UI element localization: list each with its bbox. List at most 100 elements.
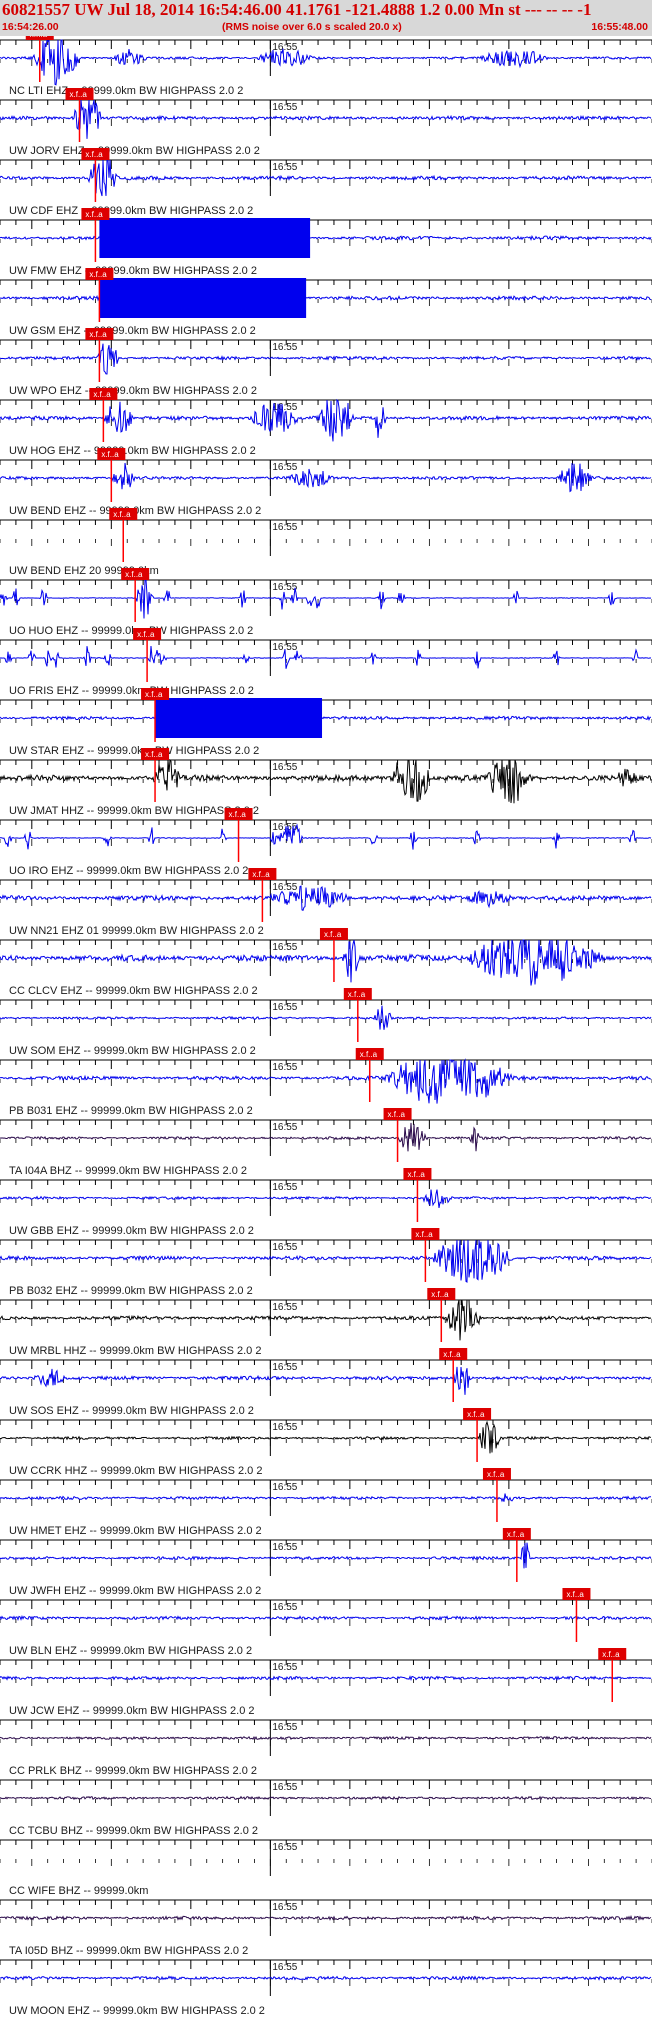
- station-label: TA I04A BHZ -- 99999.0km BW HIGHPASS 2.0…: [9, 1165, 247, 1177]
- minute-label: 16:55: [272, 1122, 297, 1133]
- station-label: UW NN21 EHZ 01 99999.0km BW HIGHPASS 2.0…: [9, 925, 264, 937]
- pick-label: x.f..a: [145, 750, 163, 759]
- station-label: NC LTI EHZ -- 99999.0km BW HIGHPASS 2.0 …: [9, 85, 243, 97]
- waveform: [0, 823, 652, 850]
- station-label: UW SOS EHZ -- 99999.0km BW HIGHPASS 2.0 …: [9, 1405, 254, 1417]
- station-label: UW BLN EHZ -- 99999.0km BW HIGHPASS 2.0 …: [9, 1645, 252, 1657]
- waveform: [0, 1735, 652, 1741]
- pick-label: x.f..a: [443, 1350, 461, 1359]
- pick-label: x.f..a: [487, 1470, 505, 1479]
- pick-label: x.f..a: [93, 390, 111, 399]
- minute-label: 16:55: [272, 1722, 297, 1733]
- minute-label: 16:55: [272, 1842, 297, 1853]
- minute-label: 16:55: [272, 402, 297, 413]
- trace-row: 16:55x.f..aUO HUO EHZ -- 99999.0km BW HI…: [0, 568, 652, 637]
- pick-label: x.f..a: [85, 210, 103, 219]
- pick-label: x.f..a: [89, 330, 107, 339]
- trace-row: 16:55 x.f..a UW SOS EHZ -- 99999.0km BW HI…: [0, 1348, 652, 1417]
- trace-row: 16:55x.f..aUW WPO EHZ -- 99999.0km BW HI…: [0, 328, 652, 397]
- trace-row: 16:55 x.f..a UW JWFH EHZ -- 99999.0km BW H…: [0, 1528, 652, 1597]
- minute-label: 16:55: [272, 1182, 297, 1193]
- trace-row: 16:55x.f..aUW FMW EHZ -- 99999.0km BW HI…: [0, 208, 652, 277]
- minute-label: 16:55: [272, 762, 297, 773]
- minute-label: 16:55: [272, 1662, 297, 1673]
- waveform: [0, 99, 652, 139]
- waveform: [0, 1615, 652, 1622]
- minute-label: 16:55: [272, 462, 297, 473]
- trace-row: 16:55x.f..aUW NN21 EHZ 01 99999.0km BW H…: [0, 868, 652, 937]
- minute-label: 16:55: [272, 1602, 297, 1613]
- station-label: UW STAR EHZ -- 99999.0km BW HIGHPASS 2.0…: [9, 745, 259, 757]
- station-label: CC PRLK BHZ -- 99999.0km BW HIGHPASS 2.0…: [9, 1765, 257, 1777]
- minute-label: 16:55: [272, 1962, 297, 1973]
- minute-label: 16:55: [272, 882, 297, 893]
- waveform: [0, 1005, 652, 1030]
- trace-row: 16:55x.f..aNC LTI EHZ -- 99999.0km BW HI…: [0, 36, 652, 97]
- waveform: [0, 1493, 652, 1503]
- station-label: UW MRBL HHZ -- 99999.0km BW HIGHPASS 2.0…: [9, 1345, 261, 1357]
- waveform: [0, 1975, 652, 1981]
- waveform: [0, 1366, 652, 1395]
- waveform: [0, 1189, 652, 1208]
- trace-row: 16:55x.f..aUW BEND EHZ 20 99999.0km: [0, 508, 652, 577]
- trace-row: 16:55 x.f..a UW JCW EHZ -- 99999.0km BW HI…: [0, 1648, 652, 1717]
- pick-label: x.f..a: [85, 150, 103, 159]
- trace-row: 16:55 TA I05D BHZ -- 99999.0km BW HIGHPAS…: [0, 1899, 652, 1957]
- pick-label: x.f..a: [125, 570, 143, 579]
- pick-label: x.f..a: [360, 1050, 378, 1059]
- trace-row: 16:55 x.f..a UW SOM EHZ -- 99999.0km BW HI…: [0, 988, 652, 1057]
- station-label: PB B031 EHZ -- 99999.0km BW HIGHPASS 2.0…: [9, 1105, 253, 1117]
- trace-row: 16:55x.f..aUW STAR EHZ -- 99999.0km BW H…: [0, 688, 652, 757]
- station-label: UW JORV EHZ -- 99999.0km BW HIGHPASS 2.0…: [9, 145, 260, 157]
- waveform: [0, 38, 652, 86]
- trace-row: 16:55x.f..aUO FRIS EHZ -- 99999.0km BW H…: [0, 628, 652, 697]
- minute-label: 16:55: [272, 342, 297, 353]
- trace-row: 16:55 x.f..a CC CLCV EHZ -- 99999.0km BW H…: [0, 928, 652, 997]
- station-label: UW GSM EHZ -- 99999.0km BW HIGHPASS 2.0 …: [9, 325, 256, 337]
- waveform: [0, 159, 652, 197]
- trace-row: 16:55 x.f..a UW GBB EHZ -- 99999.0km BW HI…: [0, 1168, 652, 1237]
- waveform: [0, 1122, 652, 1152]
- pick-label: x.f..a: [324, 930, 342, 939]
- station-label: UW JWFH EHZ -- 99999.0km BW HIGHPASS 2.0…: [9, 1585, 261, 1597]
- station-label: CC TCBU BHZ -- 99999.0km BW HIGHPASS 2.0…: [9, 1825, 258, 1837]
- plot-header: 60821557 UW Jul 18, 2014 16:54:46.00 41.…: [0, 0, 652, 36]
- pick-label: x.f..a: [388, 1110, 406, 1119]
- station-label: UW FMW EHZ -- 99999.0km BW HIGHPASS 2.0 …: [9, 265, 257, 277]
- pick-label: x.f..a: [431, 1290, 449, 1299]
- pick-label: x.f..a: [415, 1230, 433, 1239]
- trace-row: 16:55 x.f..a UW CCRK HHZ -- 99999.0km BW H…: [0, 1408, 652, 1477]
- station-label: UW JMAT HHZ -- 99999.0km BW HIGHPASS 2.0…: [9, 805, 259, 817]
- pick-label: x.f..a: [70, 90, 88, 99]
- station-label: UO IRO EHZ -- 99999.0km BW HIGHPASS 2.0 …: [9, 865, 248, 877]
- waveform: [0, 234, 652, 242]
- minute-label: 16:55: [272, 522, 297, 533]
- station-label: UW HMET EHZ -- 99999.0km BW HIGHPASS 2.0…: [9, 1525, 262, 1537]
- waveform: [0, 1675, 652, 1682]
- minute-label: 16:55: [272, 42, 297, 53]
- waveform: [0, 1420, 652, 1454]
- minute-label: 16:55: [272, 1302, 297, 1313]
- waveform: [0, 885, 652, 911]
- minute-label: 16:55: [272, 1422, 297, 1433]
- pick-label: x.f..a: [507, 1530, 525, 1539]
- trace-row: 16:55x.f..aUW GSM EHZ -- 99999.0km BW HI…: [0, 268, 652, 337]
- station-label: UW HOG EHZ -- 99999.0km BW HIGHPASS 2.0 …: [9, 445, 256, 457]
- waveform: [0, 294, 652, 302]
- trace-row: 16:55 x.f..a UW HMET EHZ -- 99999.0km BW H…: [0, 1468, 652, 1537]
- pick-label: x.f..a: [30, 36, 48, 39]
- minute-label: 16:55: [272, 942, 297, 953]
- clipped-signal: [99, 218, 311, 258]
- pick-label: x.f..a: [229, 810, 247, 819]
- trace-row: 16:55x.f..aUW CDF EHZ -- 99999.0km BW HI…: [0, 148, 652, 217]
- waveform: [0, 1058, 652, 1104]
- waveform: [0, 1915, 652, 1921]
- minute-label: 16:55: [272, 1482, 297, 1493]
- event-title: 60821557 UW Jul 18, 2014 16:54:46.00 41.…: [2, 0, 592, 19]
- pick-label: x.f..a: [252, 870, 270, 879]
- waveform: [0, 579, 652, 619]
- trace-row: 16:55 x.f..a TA I04A BHZ -- 99999.0km BW H…: [0, 1108, 652, 1177]
- minute-label: 16:55: [272, 582, 297, 593]
- minute-label: 16:55: [272, 1782, 297, 1793]
- pick-label: x.f..a: [348, 990, 366, 999]
